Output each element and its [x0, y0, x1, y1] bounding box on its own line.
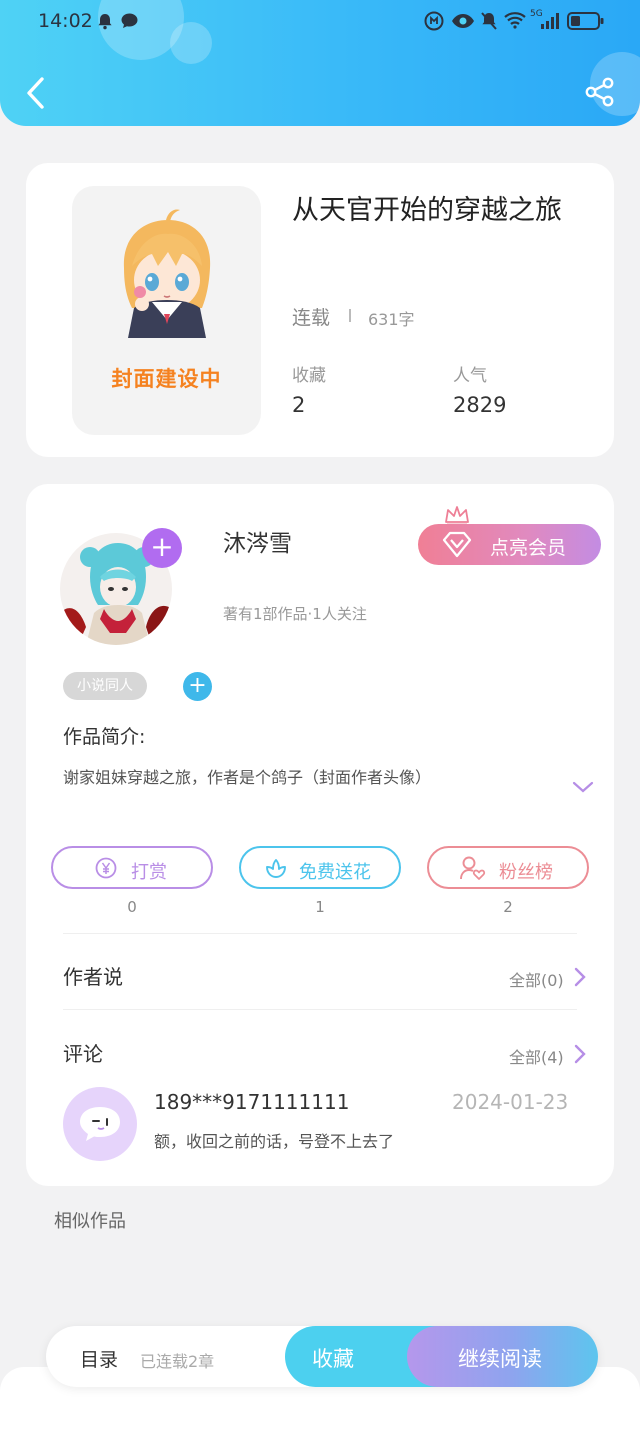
book-status: 连载	[292, 307, 331, 329]
cover-illustration	[123, 209, 211, 338]
header: 14:02 5G	[0, 0, 640, 126]
chat-bubble-icon	[80, 1107, 120, 1141]
status-bar: 14:02 5G	[0, 0, 640, 44]
eye-icon	[452, 14, 474, 28]
comment-avatar[interactable]	[63, 1087, 137, 1161]
vip-label: 点亮会员	[490, 537, 567, 559]
word-count: 631字	[368, 310, 415, 329]
comments-more[interactable]: 全部(4)	[509, 1044, 564, 1068]
similar-works-title: 相似作品	[54, 1211, 126, 1232]
book-info-card: 封面建设中 从天官开始的穿越之旅 连载 631字 收藏 2 人气 2829	[26, 163, 614, 457]
popularity-count: 2829	[453, 393, 507, 417]
author-name: 沐涔雪	[223, 531, 292, 557]
message-icon	[121, 13, 138, 28]
comments-title: 评论	[63, 1042, 103, 1066]
chevron-down-icon[interactable]	[572, 780, 594, 794]
signal-icon	[541, 13, 559, 29]
flower-icon	[266, 859, 286, 878]
favorites-count: 2	[292, 393, 306, 417]
status-time: 14:02	[38, 10, 93, 32]
favorite-label: 收藏	[312, 1347, 354, 1371]
mute-icon	[481, 12, 497, 30]
fan-rank-label: 粉丝榜	[499, 862, 553, 883]
follow-author-button[interactable]: +	[142, 528, 182, 568]
book-title: 从天官开始的穿越之旅	[292, 195, 562, 226]
comment-date: 2024-01-23	[452, 1090, 569, 1114]
continue-reading-label: 继续阅读	[458, 1347, 542, 1371]
wifi-icon	[504, 12, 526, 29]
cover-text: 封面建设中	[111, 367, 222, 391]
chapter-count: 已连载2章	[140, 1352, 215, 1371]
send-flower-button[interactable]: 免费送花	[239, 846, 401, 889]
bell-icon	[98, 14, 112, 30]
author-says-title: 作者说	[63, 965, 123, 989]
chevron-right-icon[interactable]	[573, 966, 587, 988]
yen-icon	[95, 857, 117, 879]
author-meta: 著有1部作品·1人关注	[223, 605, 367, 623]
bottom-action-bar: 目录 已连载2章 收藏 继续阅读	[46, 1326, 598, 1387]
popularity-label: 人气	[453, 366, 487, 386]
send-flower-label: 免费送花	[299, 862, 371, 883]
intro-text: 谢家姐妹穿越之旅，作者是个鸽子（封面作者头像）	[63, 768, 432, 787]
add-tag-button[interactable]: +	[183, 672, 212, 701]
fan-rank-button[interactable]: 粉丝榜	[427, 846, 589, 889]
fan-user-icon	[460, 856, 486, 880]
back-icon[interactable]	[24, 76, 48, 110]
data-saver-icon	[424, 11, 444, 31]
battery-icon	[567, 12, 604, 30]
tag-label[interactable]: 小说同人	[63, 672, 147, 700]
tip-button[interactable]: 打赏	[51, 846, 213, 889]
flower-count: 1	[315, 898, 325, 916]
diamond-icon	[442, 531, 472, 558]
author-says-more[interactable]: 全部(0)	[509, 967, 564, 991]
toc-button[interactable]: 目录	[80, 1345, 118, 1372]
vip-button[interactable]: 点亮会员	[418, 524, 601, 565]
comment-text: 额，收回之前的话，号登不上去了	[154, 1132, 395, 1151]
fan-rank-count: 2	[503, 898, 513, 916]
comment-user: 189***9171111111	[154, 1090, 350, 1114]
intro-label: 作品简介:	[63, 726, 146, 748]
chevron-right-icon[interactable]	[573, 1043, 587, 1065]
divider	[63, 933, 577, 934]
author-card: + 沐涔雪 著有1部作品·1人关注 点亮会员 小说同人 + 作品简介: 谢家姐妹…	[26, 484, 614, 1186]
tip-label: 打赏	[131, 862, 167, 883]
tip-count: 0	[127, 898, 137, 916]
divider	[349, 309, 351, 322]
book-cover[interactable]: 封面建设中	[72, 186, 261, 435]
share-icon[interactable]	[584, 76, 616, 108]
crown-icon	[445, 506, 469, 526]
divider	[63, 1009, 577, 1010]
continue-reading-button[interactable]: 继续阅读	[407, 1326, 598, 1387]
favorites-label: 收藏	[292, 366, 326, 386]
